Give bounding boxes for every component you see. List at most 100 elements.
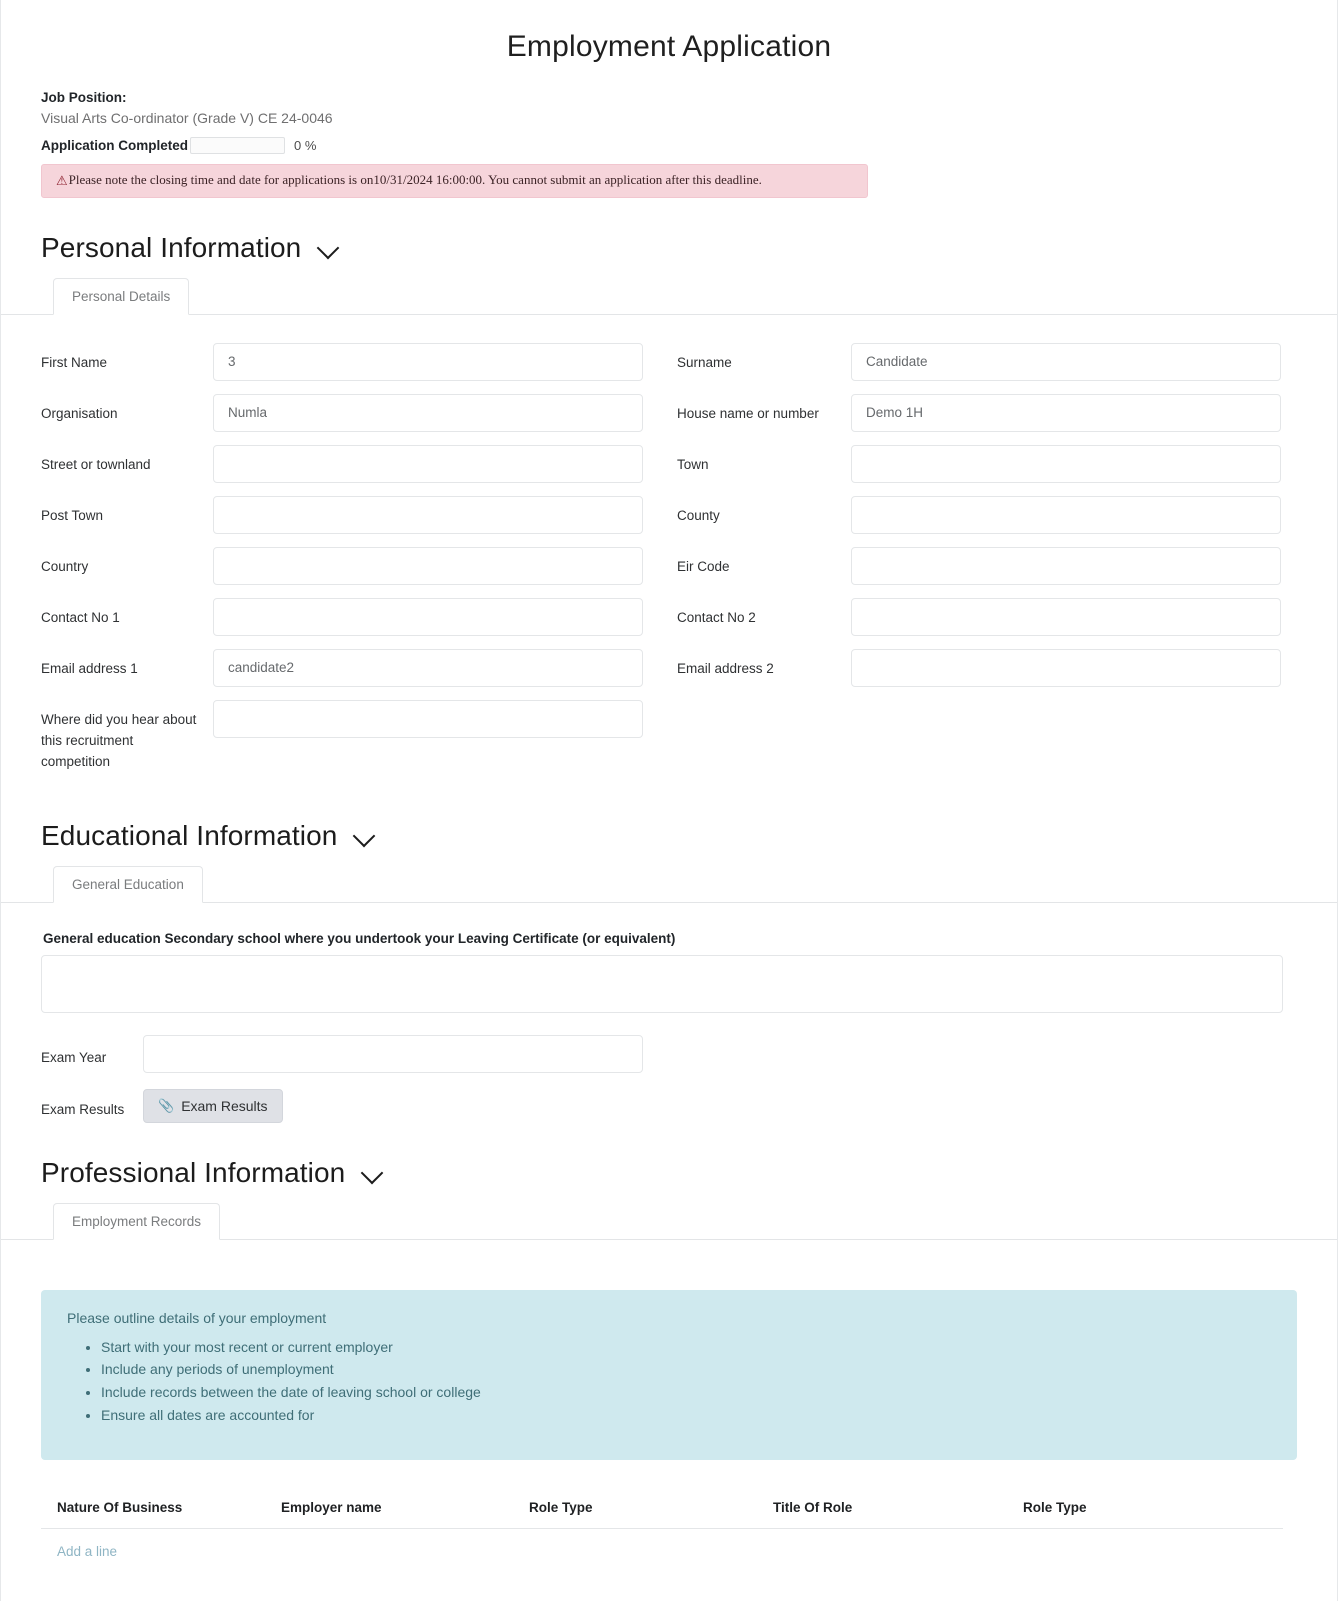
county-input[interactable]	[851, 495, 1281, 534]
personal-left-column: First Name Organisation Street or townla…	[41, 342, 677, 786]
educational-information-header[interactable]: Educational Information	[41, 820, 1297, 852]
section-professional-information: Professional Information Employment Reco…	[1, 1157, 1337, 1601]
job-position-label: Job Position:	[41, 90, 127, 105]
column-header-nature-of-business: Nature Of Business	[41, 1494, 281, 1530]
educational-tabstrip: General Education	[41, 865, 1297, 903]
street-or-townland-input[interactable]	[213, 444, 643, 483]
paperclip-icon: 📎	[158, 1097, 175, 1113]
field-label: First Name	[41, 354, 108, 370]
contact-no-1-input[interactable]	[213, 597, 643, 636]
house-name-or-number-input[interactable]	[851, 393, 1281, 432]
field-eir-code: Eir Code	[677, 546, 1297, 585]
field-label: Town	[677, 456, 709, 472]
surname-input[interactable]	[851, 342, 1281, 381]
deadline-alert-text: Please note the closing time and date fo…	[68, 172, 762, 187]
progress-label: Application Completed	[41, 138, 189, 153]
email-address-2-input[interactable]	[851, 648, 1281, 687]
section-personal-information: Personal Information Personal Details Fi…	[1, 232, 1337, 786]
chevron-down-icon[interactable]	[361, 1161, 385, 1185]
job-header: Job Position: Visual Arts Co-ordinator (…	[41, 90, 1297, 198]
employment-records-table: Nature Of Business Employer name Role Ty…	[41, 1494, 1283, 1530]
email-address-1-input[interactable]	[213, 648, 643, 687]
section-educational-information: Educational Information General Educatio…	[1, 820, 1337, 1123]
application-page: Employment Application Job Position: Vis…	[0, 0, 1338, 1601]
column-header-role-type-2: Role Type	[1023, 1494, 1283, 1530]
list-item: Start with your most recent or current e…	[101, 1336, 1271, 1359]
employment-guidance-list: Start with your most recent or current e…	[67, 1336, 1271, 1427]
job-position-value: Visual Arts Co-ordinator (Grade V) CE 24…	[41, 110, 333, 126]
field-exam-results: Exam Results 📎 Exam Results	[41, 1088, 1297, 1123]
first-name-input[interactable]	[213, 342, 643, 381]
field-label: Email address 2	[677, 660, 774, 676]
field-label: Email address 1	[41, 660, 138, 676]
field-label: County	[677, 507, 720, 523]
chevron-down-icon[interactable]	[317, 236, 341, 260]
field-contact-no-2: Contact No 2	[677, 597, 1297, 636]
field-email-address-2: Email address 2	[677, 648, 1297, 687]
employment-records-panel: Please outline details of your employmen…	[1, 1238, 1337, 1601]
progress-percent: 0 %	[294, 138, 317, 153]
list-item: Include records between the date of leav…	[101, 1381, 1271, 1404]
field-street-or-townland: Street or townland	[41, 444, 677, 483]
field-organisation: Organisation	[41, 393, 677, 432]
page-title: Employment Application	[506, 30, 832, 63]
tab-employment-records[interactable]: Employment Records	[53, 1202, 221, 1240]
personal-information-header[interactable]: Personal Information	[41, 232, 1297, 264]
personal-information-title: Personal Information	[41, 231, 302, 263]
country-input[interactable]	[213, 546, 643, 585]
column-header-employer-name: Employer name	[281, 1494, 529, 1530]
add-a-line-link[interactable]: Add a line	[41, 1529, 117, 1559]
field-label: Country	[41, 558, 89, 574]
field-label: Contact No 2	[677, 609, 756, 625]
town-input[interactable]	[851, 444, 1281, 483]
exam-results-label: Exam Results	[41, 1102, 125, 1118]
list-item: Include any periods of unemployment	[101, 1358, 1271, 1381]
field-contact-no-1: Contact No 1	[41, 597, 677, 636]
exam-results-attach-button[interactable]: 📎 Exam Results	[143, 1088, 283, 1123]
contact-no-2-input[interactable]	[851, 597, 1281, 636]
field-label: Organisation	[41, 405, 118, 421]
field-town: Town	[677, 444, 1297, 483]
field-exam-year: Exam Year	[41, 1034, 1297, 1073]
tab-general-education[interactable]: General Education	[53, 865, 203, 903]
bottom-spacer	[41, 1561, 1297, 1601]
general-education-heading: General education Secondary school where…	[43, 930, 676, 946]
exam-results-button-label: Exam Results	[181, 1097, 268, 1114]
exam-year-input[interactable]	[143, 1034, 643, 1073]
field-label: Post Town	[41, 507, 104, 523]
field-label: Surname	[677, 354, 732, 370]
where-did-you-hear-input[interactable]	[213, 699, 643, 738]
tab-personal-details[interactable]: Personal Details	[53, 277, 190, 315]
column-header-role-type-1: Role Type	[529, 1494, 773, 1530]
application-progress: Application Completed 0 %	[41, 137, 1297, 154]
field-label: House name or number	[677, 405, 819, 421]
employment-guidance-lead: Please outline details of your employmen…	[67, 1309, 327, 1326]
chevron-down-icon[interactable]	[353, 824, 377, 848]
professional-information-header[interactable]: Professional Information	[41, 1157, 1297, 1189]
general-education-panel: General education Secondary school where…	[1, 901, 1337, 1123]
organisation-input[interactable]	[213, 393, 643, 432]
professional-information-title: Professional Information	[41, 1156, 346, 1188]
table-header-row: Nature Of Business Employer name Role Ty…	[41, 1494, 1283, 1530]
exam-year-label: Exam Year	[41, 1050, 107, 1066]
personal-right-column: Surname House name or number Town C	[677, 342, 1297, 786]
eir-code-input[interactable]	[851, 546, 1281, 585]
field-label: Street or townland	[41, 456, 151, 472]
field-country: Country	[41, 546, 677, 585]
warning-triangle-icon: ⚠	[56, 172, 68, 188]
post-town-input[interactable]	[213, 495, 643, 534]
field-label: Eir Code	[677, 558, 730, 574]
list-item: Ensure all dates are accounted for	[101, 1404, 1271, 1427]
field-label: Where did you hear about this recruitmen…	[41, 711, 197, 769]
secondary-school-textarea[interactable]	[41, 954, 1283, 1013]
column-header-title-of-role: Title Of Role	[773, 1494, 1023, 1530]
field-surname: Surname	[677, 342, 1297, 381]
field-label: Contact No 1	[41, 609, 120, 625]
professional-tabstrip: Employment Records	[41, 1202, 1297, 1240]
field-email-address-1: Email address 1	[41, 648, 677, 687]
field-house-name-or-number: House name or number	[677, 393, 1297, 432]
employment-records-table-head: Nature Of Business Employer name Role Ty…	[41, 1494, 1283, 1530]
field-first-name: First Name	[41, 342, 677, 381]
educational-information-title: Educational Information	[41, 819, 338, 851]
personal-details-panel: First Name Organisation Street or townla…	[1, 313, 1337, 786]
